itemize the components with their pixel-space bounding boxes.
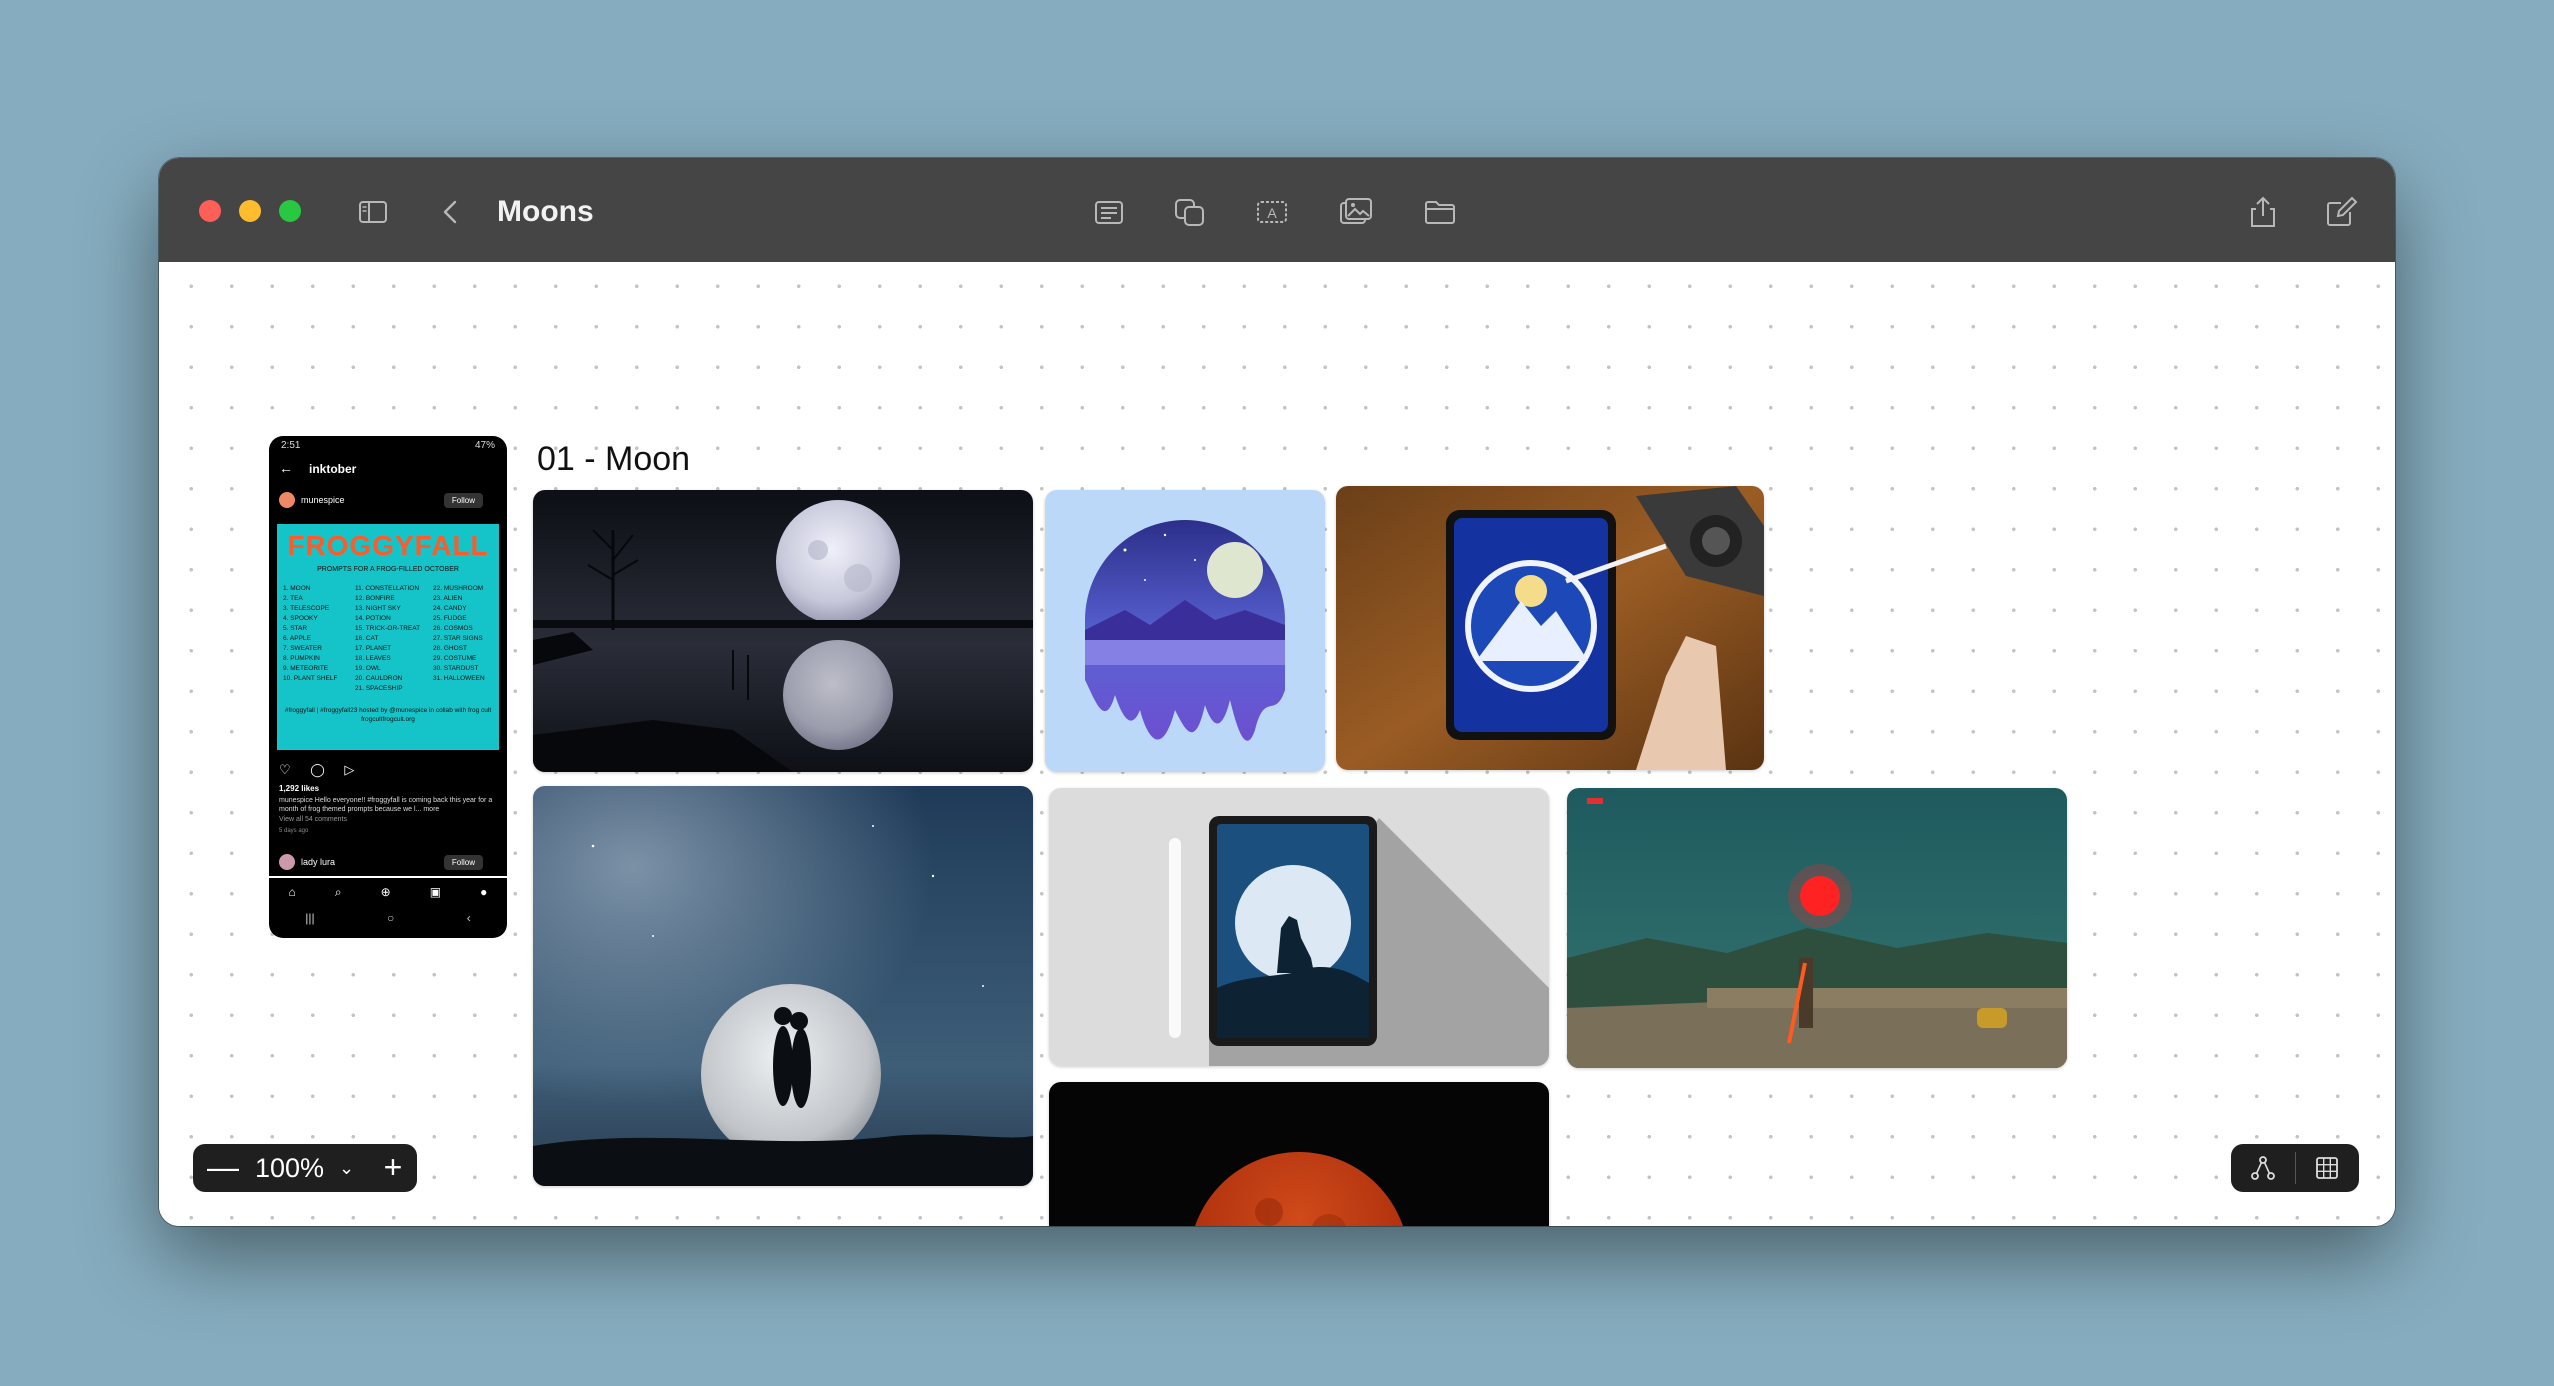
svg-text:A: A — [1267, 205, 1277, 221]
zoom-control: — 100% ⌄ + — [193, 1144, 417, 1192]
post-footer: #froggyfall | #froggyfall23 hosted by @m… — [284, 707, 492, 723]
minimize-window-button[interactable] — [239, 200, 261, 222]
tools-separator — [2295, 1152, 2296, 1184]
post-title: FROGGYFALL — [287, 530, 489, 561]
moon-over-lake-image[interactable] — [533, 490, 1033, 772]
couple-silhouette-moon-image[interactable] — [533, 786, 1033, 1186]
phone-header: inktober — [309, 462, 357, 476]
phone-comments-link: View all 54 comments — [279, 816, 347, 823]
phone-system-nav: ||| ○ ‹ — [305, 911, 471, 925]
title-bar: Moons A — [159, 158, 2395, 262]
board-title: Moons — [497, 195, 594, 228]
phone-follow-button-2: Follow — [443, 855, 483, 870]
phone-post-actions: ♡ ◯ ▷ — [279, 762, 363, 777]
phone-back-arrow-icon: ← — [279, 460, 293, 476]
zoom-level[interactable]: 100% — [255, 1144, 324, 1192]
phone-status-battery: 47% — [474, 440, 495, 451]
phone-username-2: lady lura — [301, 857, 336, 867]
game-screenshot-cliff-image[interactable] — [1567, 788, 2067, 1068]
back-chevron-icon[interactable] — [431, 192, 471, 232]
moon-dripping-illustration-image[interactable] — [1045, 490, 1325, 772]
zoom-in-button[interactable]: + — [373, 1144, 413, 1192]
phone-follow-button: Follow — [443, 493, 483, 508]
text-block-icon[interactable] — [1089, 192, 1129, 232]
phone-avatar-2 — [279, 854, 295, 870]
close-window-button[interactable] — [199, 200, 221, 222]
image-icon[interactable] — [1336, 192, 1376, 232]
prompt-column-2: 11. CONSTELLATION 12. BONFIRE 13. NIGHT SK… — [355, 585, 421, 692]
prompt-column-1: 1. MOON 2. TEA 3. TELESCOPE 4. SPOOKY 5. STA… — [283, 585, 338, 682]
ipad-moon-mountain-drawing-image[interactable] — [1336, 486, 1764, 770]
phone-days-ago: 5 days ago — [279, 828, 309, 834]
phone-status-time: 2:51 — [281, 440, 301, 451]
phone-caption: munespice Hello everyone!! #froggyfall i… — [279, 797, 493, 813]
phone-tab-bar: ⌂ ⌕ ⊕ ▣ ● — [269, 876, 507, 906]
sidebar-icon[interactable] — [353, 192, 393, 232]
phone-next-post-user-row: lady lura Follow — [279, 854, 497, 872]
text-box-icon[interactable]: A — [1252, 192, 1292, 232]
canvas-tools — [2231, 1144, 2359, 1192]
app-window: Moons A 2:51 47% ← inktober munespice Fo… — [159, 158, 2395, 1226]
compose-icon[interactable] — [2321, 192, 2361, 232]
connector-tool-icon[interactable] — [2243, 1148, 2283, 1188]
zoom-window-button[interactable] — [279, 200, 301, 222]
shapes-icon[interactable] — [1170, 192, 1210, 232]
ipad-wolf-howling-moon-image[interactable] — [1049, 788, 1549, 1066]
phone-post-image: FROGGYFALL PROMPTS FOR A FROG-FILLED OCT… — [277, 524, 499, 750]
zoom-chevron-down-icon[interactable]: ⌄ — [339, 1144, 354, 1192]
phone-post-user-row: munespice Follow — [279, 492, 497, 510]
group-label[interactable]: 01 - Moon — [537, 440, 690, 479]
share-icon[interactable] — [2243, 192, 2283, 232]
board-canvas[interactable]: 2:51 47% ← inktober munespice Follow FRO… — [159, 262, 2395, 1226]
prompt-column-3: 22. MUSHROOM 23. ALIEN 24. CANDY 25. FUDGE 2… — [433, 585, 485, 682]
phone-likes: 1,292 likes — [279, 784, 320, 793]
folder-icon[interactable] — [1420, 192, 1460, 232]
phone-username: munespice — [301, 495, 345, 505]
post-subtitle: PROMPTS FOR A FROG-FILLED OCTOBER — [317, 566, 459, 573]
grid-view-icon[interactable] — [2307, 1148, 2347, 1188]
zoom-out-button[interactable]: — — [203, 1144, 243, 1192]
phone-avatar — [279, 492, 295, 508]
phone-screenshot-image[interactable]: 2:51 47% ← inktober munespice Follow FRO… — [269, 436, 507, 938]
blood-moon-image[interactable] — [1049, 1082, 1549, 1226]
